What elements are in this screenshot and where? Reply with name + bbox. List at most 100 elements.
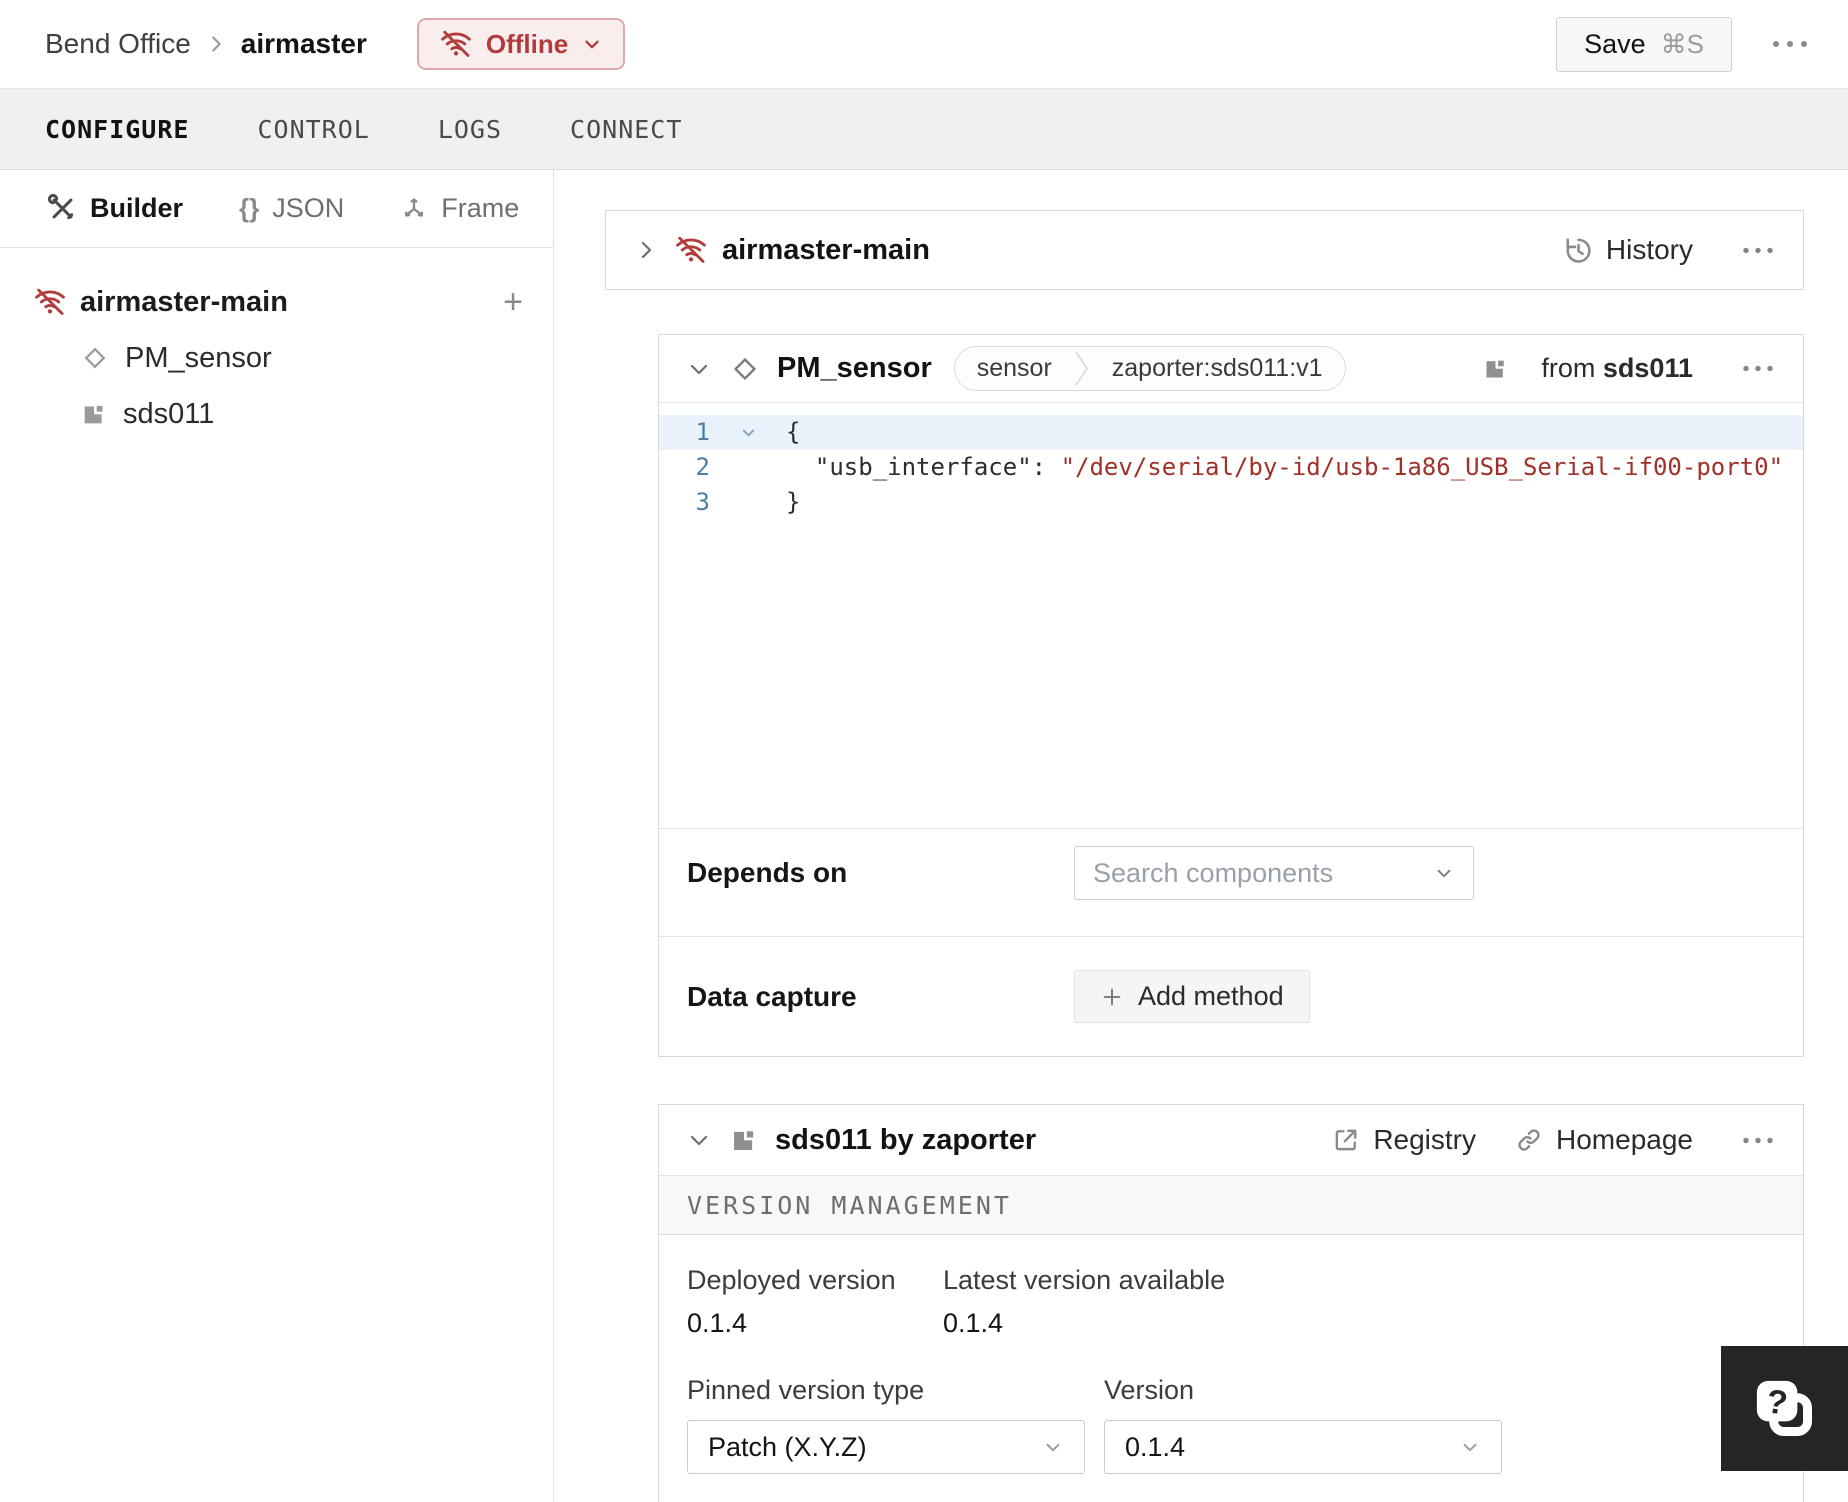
app-window: Bend Office airmaster Offline Save ⌘S CO… xyxy=(0,0,1848,1502)
history-button[interactable]: History xyxy=(1562,234,1693,266)
component-diamond-icon xyxy=(84,347,106,369)
tab-connect[interactable]: CONNECT xyxy=(570,115,682,144)
code-json-key: "usb_interface" xyxy=(814,453,1032,481)
code-line-2[interactable]: 2 "usb_interface": "/dev/serial/by-id/us… xyxy=(659,450,1803,485)
status-label: Offline xyxy=(485,28,569,59)
version-info-row: Deployed version 0.1.4 Latest version av… xyxy=(687,1265,1775,1339)
component-type-model-pill: sensor zaporter:sds011:v1 xyxy=(953,346,1346,391)
machine-part-menu-button[interactable] xyxy=(1741,246,1775,255)
pill-divider-icon xyxy=(1074,347,1090,390)
from-module-link[interactable]: from sds011 xyxy=(1541,353,1693,384)
version-select[interactable]: 0.1.4 xyxy=(1104,1420,1502,1474)
component-title: PM_sensor xyxy=(777,352,932,384)
topbar-overflow-menu-button[interactable] xyxy=(1770,39,1810,49)
tab-control[interactable]: CONTROL xyxy=(257,115,369,144)
config-view-switcher: Builder {} JSON Frame xyxy=(0,170,553,248)
version-group: Version 0.1.4 xyxy=(1104,1375,1502,1474)
wifi-off-icon xyxy=(35,288,65,315)
ellipsis-icon xyxy=(1743,247,1773,253)
deployed-version-value: 0.1.4 xyxy=(687,1308,748,1338)
view-toggle-json[interactable]: {} JSON xyxy=(239,193,344,224)
history-icon xyxy=(1566,238,1591,263)
depends-on-select[interactable]: Search components xyxy=(1074,846,1474,900)
add-method-button-label: Add method xyxy=(1138,981,1284,1011)
code-colon: : xyxy=(1031,453,1061,481)
code-gutter-spacer xyxy=(710,450,786,485)
machine-status-dropdown[interactable]: Offline xyxy=(416,18,626,70)
latest-version-group: Latest version available 0.1.4 xyxy=(943,1265,1225,1339)
tab-logs[interactable]: LOGS xyxy=(438,115,502,144)
machine-part-card: airmaster-main History xyxy=(605,210,1804,290)
registry-link-label: Registry xyxy=(1373,1124,1477,1155)
config-main-panel: airmaster-main History PM_sensor sensor … xyxy=(554,170,1848,1502)
code-text: "usb_interface": "/dev/serial/by-id/usb-… xyxy=(786,450,1783,485)
add-method-button[interactable]: Add method xyxy=(1074,970,1310,1023)
code-json-string-value: "/dev/serial/by-id/usb-1a86_USB_Serial-i… xyxy=(1060,453,1784,481)
tree-item-module[interactable]: sds011 xyxy=(0,386,553,442)
module-menu-button[interactable] xyxy=(1741,1136,1775,1145)
view-toggle-builder[interactable]: Builder xyxy=(48,193,183,224)
pinned-version-type-value: Patch (X.Y.Z) xyxy=(708,1431,867,1462)
chevron-down-icon[interactable] xyxy=(687,1128,711,1152)
code-fold-toggle[interactable] xyxy=(710,415,786,450)
version-label: Version xyxy=(1104,1375,1195,1405)
homepage-link[interactable]: Homepage xyxy=(1514,1124,1693,1156)
data-capture-row: Data capture Add method xyxy=(659,936,1803,1056)
component-menu-button[interactable] xyxy=(1741,364,1775,373)
view-toggle-frame[interactable]: Frame xyxy=(400,193,519,224)
line-number: 3 xyxy=(695,488,710,516)
help-question-icon: ? xyxy=(1756,1380,1812,1436)
from-prefix: from xyxy=(1541,353,1596,383)
depends-on-row: Depends on Search components xyxy=(659,829,1803,936)
tree-item-component-label: PM_sensor xyxy=(125,341,272,374)
pinned-version-type-group: Pinned version type Patch (X.Y.Z) xyxy=(687,1375,1085,1474)
breadcrumb-machine-name: airmaster xyxy=(240,28,367,59)
module-title: sds011 by zaporter xyxy=(775,1123,1037,1156)
breadcrumb-chevron-icon xyxy=(205,33,227,55)
tree-item-module-label: sds011 xyxy=(123,397,215,430)
registry-link[interactable]: Registry xyxy=(1331,1124,1476,1156)
top-bar: Bend Office airmaster Offline Save ⌘S xyxy=(0,0,1848,88)
latest-version-value: 0.1.4 xyxy=(943,1308,1004,1338)
add-component-button[interactable]: + xyxy=(503,285,523,319)
chevron-down-icon xyxy=(1042,1436,1064,1458)
line-number: 1 xyxy=(695,418,710,446)
ellipsis-icon xyxy=(1743,365,1773,372)
module-icon xyxy=(734,1128,756,1150)
json-braces-icon: {} xyxy=(239,193,260,223)
code-text: } xyxy=(786,488,801,516)
depends-on-label: Depends on xyxy=(687,857,848,888)
code-line-1[interactable]: 1 { xyxy=(659,415,1803,450)
chevron-down-icon xyxy=(1459,1436,1481,1458)
component-tree: airmaster-main + PM_sensor sds011 xyxy=(0,248,553,442)
tree-item-machine-part[interactable]: airmaster-main + xyxy=(0,274,553,330)
chevron-down-icon[interactable] xyxy=(687,357,711,381)
wifi-off-icon xyxy=(441,30,471,57)
external-link-icon xyxy=(1336,1129,1357,1151)
component-card-header: PM_sensor sensor zaporter:sds011:v1 from… xyxy=(659,335,1803,403)
ellipsis-icon xyxy=(1773,41,1807,47)
module-card-header: sds011 by zaporter Registry Homepage xyxy=(659,1105,1803,1175)
save-shortcut-hint: ⌘S xyxy=(1660,28,1704,59)
tree-item-component[interactable]: PM_sensor xyxy=(0,330,553,386)
save-button[interactable]: Save ⌘S xyxy=(1556,16,1732,72)
tree-item-machine-part-label: airmaster-main xyxy=(80,285,288,318)
version-management-section-header: VERSION MANAGEMENT xyxy=(659,1175,1803,1235)
data-capture-label: Data capture xyxy=(687,981,857,1012)
code-gutter-spacer xyxy=(710,485,786,520)
ellipsis-icon xyxy=(1743,1137,1773,1143)
version-value: 0.1.4 xyxy=(1125,1431,1186,1462)
code-line-3[interactable]: 3 } xyxy=(659,485,1803,520)
tab-configure[interactable]: CONFIGURE xyxy=(45,115,189,144)
view-toggle-frame-label: Frame xyxy=(441,193,520,223)
breadcrumb-organization[interactable]: Bend Office xyxy=(45,28,191,60)
view-toggle-json-label: JSON xyxy=(272,193,345,223)
attributes-json-editor[interactable]: 1 { 2 "usb_interface": "/dev/serial/by-i… xyxy=(659,403,1803,829)
component-type-tag: sensor xyxy=(976,354,1052,382)
view-toggle-builder-label: Builder xyxy=(90,193,184,223)
pinned-version-type-select[interactable]: Patch (X.Y.Z) xyxy=(687,1420,1085,1474)
help-button[interactable]: ? xyxy=(1721,1346,1848,1471)
depends-on-placeholder: Search components xyxy=(1093,857,1334,888)
chevron-right-icon[interactable] xyxy=(634,238,658,262)
